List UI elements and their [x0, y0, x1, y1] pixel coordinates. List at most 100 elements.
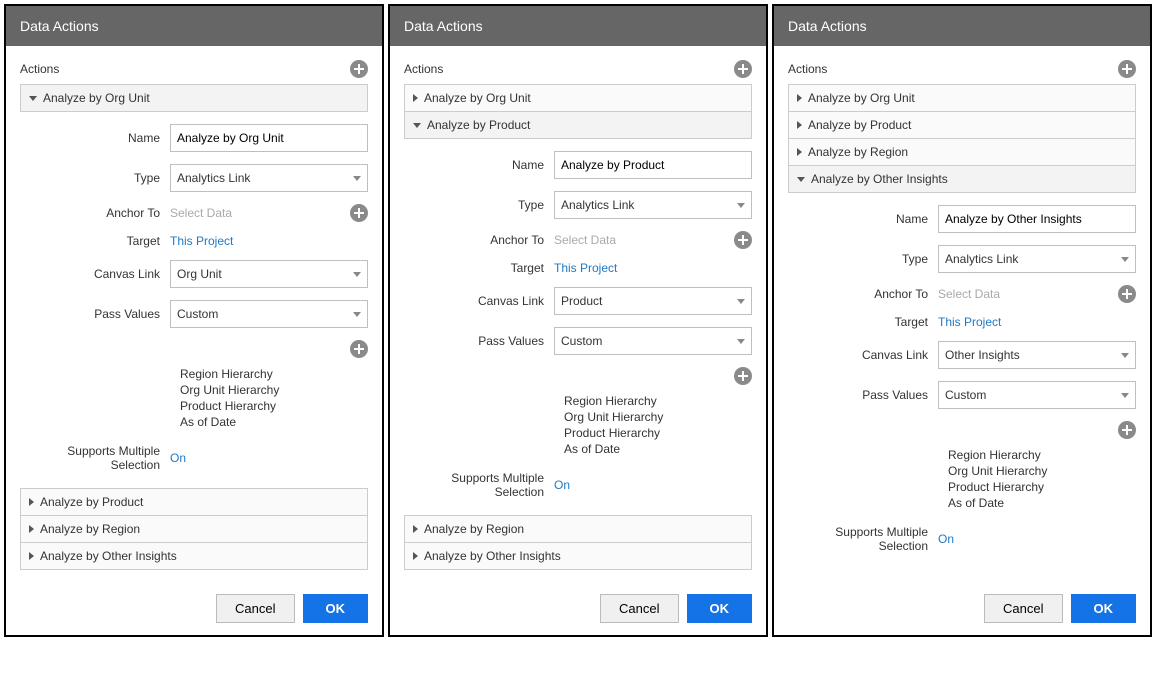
accordion-item-product[interactable]: Analyze by Product — [788, 111, 1136, 139]
ok-button[interactable]: OK — [687, 594, 753, 623]
accordion-item-other-insights[interactable]: Analyze by Other Insights — [788, 165, 1136, 193]
name-field[interactable] — [938, 205, 1136, 233]
target-link[interactable]: This Project — [554, 261, 617, 275]
hierarchy-list: Region Hierarchy Org Unit Hierarchy Prod… — [564, 393, 752, 457]
accordion-item-org-unit[interactable]: Analyze by Org Unit — [788, 84, 1136, 112]
canvas-link-label: Canvas Link — [20, 267, 170, 281]
dialog-body: Actions Analyze by Org Unit Analyze by P… — [774, 46, 1150, 584]
data-actions-dialog: Data Actions Actions Analyze by Org Unit… — [772, 4, 1152, 637]
action-form: Name Type Analytics Link Anchor To Selec… — [788, 205, 1136, 521]
pass-values-label: Pass Values — [20, 307, 170, 321]
canvas-link-select[interactable]: Org Unit — [170, 260, 368, 288]
accordion-item-other-insights[interactable]: Analyze by Other Insights — [404, 542, 752, 570]
cancel-button[interactable]: Cancel — [984, 594, 1062, 623]
dialog-title: Data Actions — [6, 6, 382, 46]
add-pass-value-icon[interactable] — [350, 340, 368, 358]
type-select[interactable]: Analytics Link — [938, 245, 1136, 273]
expand-icon — [413, 525, 418, 533]
cancel-button[interactable]: Cancel — [600, 594, 678, 623]
chevron-down-icon — [1121, 353, 1129, 358]
anchor-to-label: Anchor To — [404, 233, 554, 247]
name-label: Name — [788, 212, 938, 226]
accordion-item-region[interactable]: Analyze by Region — [20, 515, 368, 543]
expand-icon — [29, 552, 34, 560]
name-field[interactable] — [170, 124, 368, 152]
type-label: Type — [404, 198, 554, 212]
dialog-body: Actions Analyze by Org Unit Name Type An… — [6, 46, 382, 584]
type-select[interactable]: Analytics Link — [170, 164, 368, 192]
actions-section-header: Actions — [788, 60, 1136, 78]
supports-toggle[interactable]: On — [938, 532, 954, 546]
expand-icon — [797, 177, 805, 182]
dialog-footer: Cancel OK — [774, 584, 1150, 635]
accordion-label: Analyze by Product — [40, 495, 143, 509]
chevron-down-icon — [353, 272, 361, 277]
accordion-group-bottom: Analyze by Region Analyze by Other Insig… — [404, 515, 752, 570]
target-link[interactable]: This Project — [170, 234, 233, 248]
accordion-label: Analyze by Org Unit — [424, 91, 531, 105]
accordion-item-product[interactable]: Analyze by Product — [404, 111, 752, 139]
chevron-down-icon — [737, 299, 745, 304]
accordion-label: Analyze by Org Unit — [43, 91, 150, 105]
pass-values-select[interactable]: Custom — [938, 381, 1136, 409]
accordion-item-product[interactable]: Analyze by Product — [20, 488, 368, 516]
hierarchy-item: Region Hierarchy — [564, 393, 752, 409]
accordion-group: Analyze by Org Unit Analyze by Product A… — [788, 84, 1136, 193]
accordion-item-org-unit[interactable]: Analyze by Org Unit — [20, 84, 368, 112]
chevron-down-icon — [1121, 257, 1129, 262]
expand-icon — [797, 148, 802, 156]
accordion-label: Analyze by Region — [424, 522, 524, 536]
target-label: Target — [788, 315, 938, 329]
supports-toggle[interactable]: On — [170, 451, 186, 465]
cancel-button[interactable]: Cancel — [216, 594, 294, 623]
canvas-link-select[interactable]: Product — [554, 287, 752, 315]
dialog-body: Actions Analyze by Org Unit Analyze by P… — [390, 46, 766, 584]
actions-label: Actions — [20, 62, 59, 76]
add-pass-value-icon[interactable] — [734, 367, 752, 385]
supports-toggle[interactable]: On — [554, 478, 570, 492]
add-anchor-icon[interactable] — [350, 204, 368, 222]
hierarchy-item: As of Date — [948, 495, 1136, 511]
actions-label: Actions — [404, 62, 443, 76]
accordion-item-region[interactable]: Analyze by Region — [404, 515, 752, 543]
accordion-label: Analyze by Product — [427, 118, 530, 132]
pass-values-select[interactable]: Custom — [554, 327, 752, 355]
chevron-down-icon — [737, 203, 745, 208]
hierarchy-item: Org Unit Hierarchy — [180, 382, 368, 398]
anchor-placeholder: Select Data — [938, 287, 1118, 301]
add-action-icon[interactable] — [350, 60, 368, 78]
accordion-item-other-insights[interactable]: Analyze by Other Insights — [20, 542, 368, 570]
name-field[interactable] — [554, 151, 752, 179]
expand-icon — [413, 552, 418, 560]
target-label: Target — [404, 261, 554, 275]
dialog-title: Data Actions — [774, 6, 1150, 46]
anchor-placeholder: Select Data — [170, 206, 350, 220]
add-action-icon[interactable] — [1118, 60, 1136, 78]
type-label: Type — [788, 252, 938, 266]
accordion-item-region[interactable]: Analyze by Region — [788, 138, 1136, 166]
chevron-down-icon — [1121, 393, 1129, 398]
actions-section-header: Actions — [20, 60, 368, 78]
canvas-link-label: Canvas Link — [788, 348, 938, 362]
canvas-link-label: Canvas Link — [404, 294, 554, 308]
expand-icon — [797, 121, 802, 129]
data-actions-dialog: Data Actions Actions Analyze by Org Unit… — [388, 4, 768, 637]
add-pass-value-icon[interactable] — [1118, 421, 1136, 439]
add-action-icon[interactable] — [734, 60, 752, 78]
type-select[interactable]: Analytics Link — [554, 191, 752, 219]
add-anchor-icon[interactable] — [734, 231, 752, 249]
accordion-item-org-unit[interactable]: Analyze by Org Unit — [404, 84, 752, 112]
type-label: Type — [20, 171, 170, 185]
expand-icon — [413, 123, 421, 128]
add-anchor-icon[interactable] — [1118, 285, 1136, 303]
accordion-group-bottom: Analyze by Product Analyze by Region Ana… — [20, 488, 368, 570]
pass-values-label: Pass Values — [788, 388, 938, 402]
target-link[interactable]: This Project — [938, 315, 1001, 329]
action-form: Name Type Analytics Link Anchor To Selec… — [404, 151, 752, 467]
ok-button[interactable]: OK — [1071, 594, 1137, 623]
ok-button[interactable]: OK — [303, 594, 369, 623]
name-label: Name — [20, 131, 170, 145]
pass-values-select[interactable]: Custom — [170, 300, 368, 328]
canvas-link-select[interactable]: Other Insights — [938, 341, 1136, 369]
actions-section-header: Actions — [404, 60, 752, 78]
